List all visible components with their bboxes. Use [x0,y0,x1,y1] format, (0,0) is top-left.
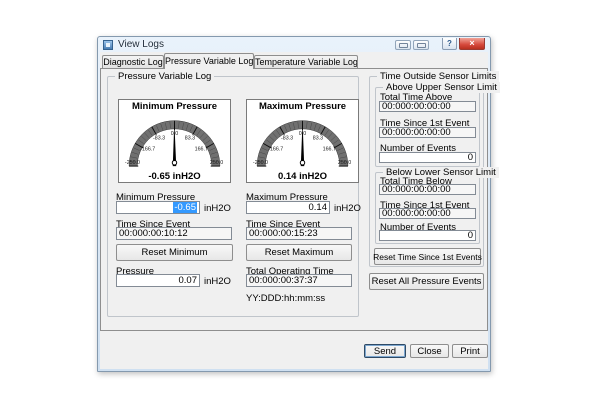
total-time-above-field[interactable]: 00:000:00:00:00 [379,101,476,112]
maximum-pressure-gauge: Maximum Pressure -250.0-166.7-83.30.083.… [246,99,359,183]
pressure-variable-log-page: Pressure Variable Log Minimum Pressure -… [100,68,488,331]
titlebar-tool-button-2[interactable] [413,40,429,50]
svg-text:-166.7: -166.7 [268,147,283,153]
minimum-pressure-gauge: Minimum Pressure -250.0-166.7-83.30.083.… [118,99,231,183]
pressure-variable-log-group: Pressure Variable Log Minimum Pressure -… [107,76,359,317]
above-time-since-1st-event-field[interactable]: 00:000:00:00:00 [379,127,476,138]
svg-text:166.7: 166.7 [323,147,336,153]
close-dialog-button[interactable]: Close [410,344,449,358]
below-number-of-events-field[interactable]: 0 [379,230,476,241]
time-value: 00:000:00:15:23 [249,228,318,239]
time-value: 00:000:00:37:37 [249,275,318,286]
unit-label: inH2O [204,203,231,214]
above-number-of-events-field[interactable]: 0 [379,152,476,163]
below-lower-sensor-limit-group: Below Lower Sensor Limit Total Time Belo… [375,172,480,244]
selected-value: -0.65 [173,202,197,213]
window-title: View Logs [118,39,164,50]
unit-label: inH2O [334,203,361,214]
max-time-since-event-field[interactable]: 00:000:00:15:23 [246,227,352,240]
desktop: View Logs ? × Diagnostic Log Pressure Va… [0,0,600,400]
tab-diagnostic-log[interactable]: Diagnostic Log [102,55,164,68]
window-glyph-icon [399,43,408,48]
gauge-dial: -250.0-166.7-83.30.083.3166.7250.0 [119,111,230,169]
below-time-since-1st-event-field[interactable]: 00:000:00:00:00 [379,208,476,219]
svg-text:-250.0: -250.0 [125,160,140,166]
app-icon [103,40,113,50]
gauge-value: 0.14 inH2O [247,171,358,182]
svg-text:-83.3: -83.3 [281,135,293,141]
window-glyph-icon [417,43,426,48]
svg-text:83.3: 83.3 [185,135,195,141]
tab-temperature-variable-log[interactable]: Temperature Variable Log [254,55,358,68]
svg-text:250.0: 250.0 [210,160,223,166]
time-outside-sensor-limits-group: Time Outside Sensor Limits Above Upper S… [369,76,484,267]
svg-text:-83.3: -83.3 [153,135,165,141]
value: 0.14 [309,202,328,213]
group-title: Time Outside Sensor Limits [377,71,499,82]
reset-maximum-button[interactable]: Reset Maximum [246,244,352,261]
minimum-pressure-field[interactable]: -0.65 [116,201,200,214]
close-button[interactable]: × [459,38,485,50]
dialog-client-area: Diagnostic Log Pressure Variable Log Tem… [100,52,488,369]
svg-text:250.0: 250.0 [338,160,351,166]
reset-minimum-button[interactable]: Reset Minimum [116,244,233,261]
count-value: 0 [468,230,473,241]
time-value: 00:000:00:00:00 [382,127,451,138]
time-value: 00:000:00:00:00 [382,208,451,219]
time-format-hint: YY:DDD:hh:mm:ss [246,293,325,304]
svg-text:166.7: 166.7 [195,147,208,153]
print-button[interactable]: Print [452,344,488,358]
maximum-pressure-field[interactable]: 0.14 [246,201,330,214]
gauge-dial: -250.0-166.7-83.30.083.3166.7250.0 [247,111,358,169]
send-button[interactable]: Send [364,344,406,358]
time-value: 00:000:00:00:00 [382,101,451,112]
above-upper-sensor-limit-group: Above Upper Sensor Limit Total Time Abov… [375,87,480,167]
titlebar[interactable]: View Logs ? × [99,38,489,52]
pressure-field[interactable]: 0.07 [116,274,200,287]
svg-text:-166.7: -166.7 [140,147,155,153]
help-button[interactable]: ? [442,38,457,50]
time-value: 00:000:00:10:12 [119,228,188,239]
tab-pressure-variable-log[interactable]: Pressure Variable Log [164,53,254,69]
group-title: Pressure Variable Log [115,71,214,82]
svg-text:-250.0: -250.0 [253,160,268,166]
unit-label: inH2O [204,276,231,287]
time-value: 00:000:00:00:00 [382,184,451,195]
gauge-value: -0.65 inH2O [119,171,230,182]
total-time-below-field[interactable]: 00:000:00:00:00 [379,184,476,195]
min-time-since-event-field[interactable]: 00:000:00:10:12 [116,227,232,240]
svg-text:83.3: 83.3 [313,135,323,141]
view-logs-window: View Logs ? × Diagnostic Log Pressure Va… [97,36,491,372]
value: 0.07 [179,275,198,286]
reset-all-pressure-events-button[interactable]: Reset All Pressure Events [369,273,484,290]
count-value: 0 [468,152,473,163]
total-operating-time-field[interactable]: 00:000:00:37:37 [246,274,352,287]
reset-time-since-1st-events-button[interactable]: Reset Time Since 1st Events [374,248,481,265]
titlebar-tool-button-1[interactable] [395,40,411,50]
